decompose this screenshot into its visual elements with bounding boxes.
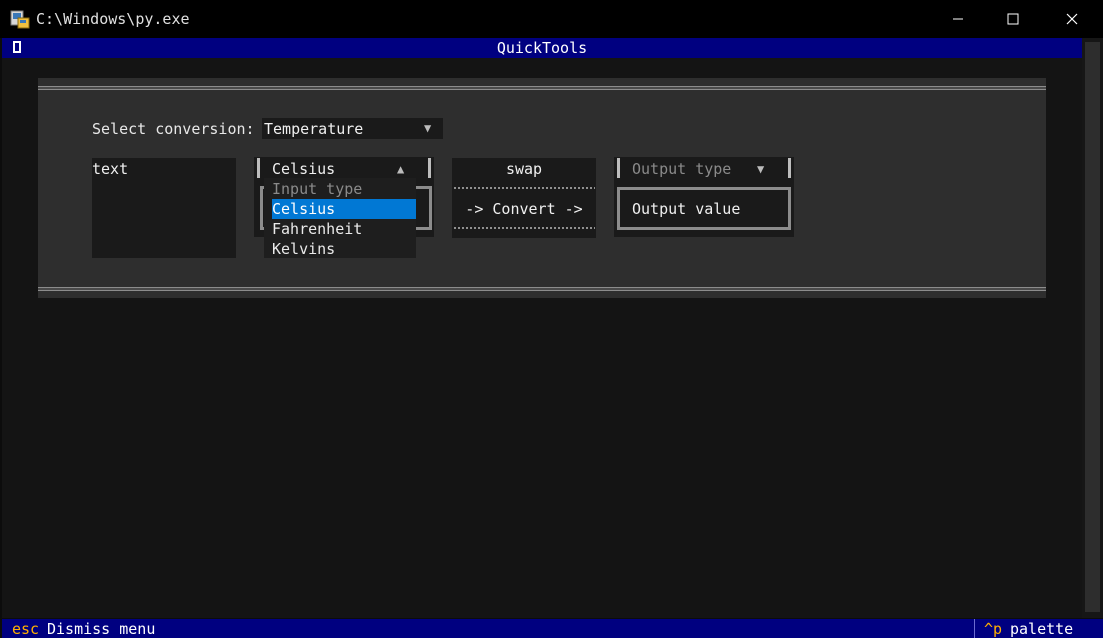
dropdown-option-fahrenheit[interactable]: Fahrenheit (272, 219, 416, 239)
conversion-select-value[interactable]: Temperature (264, 120, 363, 138)
maximize-button[interactable] (990, 0, 1036, 38)
button-dotted-border-top (453, 186, 595, 190)
footer-separator (974, 619, 975, 638)
output-value-text: Output value (632, 200, 741, 218)
input-text-value[interactable]: text (92, 160, 128, 178)
window-title: C:\Windows\py.exe (36, 10, 190, 28)
select-conversion-label: Select conversion: (92, 120, 264, 138)
close-button[interactable] (1049, 0, 1095, 38)
maximize-icon (1007, 13, 1019, 25)
chevron-down-icon[interactable]: ▼ (757, 162, 764, 176)
app-title: QuickTools (496, 39, 588, 57)
scrollbar-thumb[interactable] (1085, 42, 1100, 612)
chevron-down-icon[interactable]: ▼ (424, 121, 431, 135)
panel-bottom-rule (38, 287, 1046, 291)
input-type-select-value[interactable]: Celsius (272, 160, 335, 178)
output-type-select-left-border (617, 158, 620, 178)
dropdown-option-kelvins[interactable]: Kelvins (272, 239, 416, 259)
output-type-select-right-border (788, 158, 791, 178)
close-icon (1066, 13, 1078, 25)
footer-key-ctrl-p[interactable]: ^p (984, 620, 1002, 638)
footer-palette[interactable]: palette (1010, 620, 1073, 638)
footer-bar (2, 619, 1103, 638)
footer-key-esc[interactable]: esc (12, 620, 39, 638)
chevron-up-icon[interactable]: ▲ (397, 162, 404, 176)
convert-button[interactable]: -> Convert -> (452, 200, 596, 218)
swap-button[interactable]: swap (452, 160, 596, 178)
minimize-icon (953, 18, 963, 20)
dropdown-option-celsius[interactable]: Celsius (272, 199, 416, 219)
minimize-button[interactable] (935, 0, 981, 38)
footer-dismiss-menu[interactable]: Dismiss menu (47, 620, 155, 638)
input-type-select-right-border (428, 158, 431, 178)
input-type-select-left-border (257, 158, 260, 178)
app-header: QuickTools (2, 38, 1082, 58)
dropdown-option-placeholder[interactable]: Input type (272, 179, 416, 199)
button-dotted-border-bottom (453, 226, 595, 230)
python-app-icon (10, 9, 30, 29)
output-type-select[interactable]: Output type (632, 160, 731, 178)
panel-top-rule (38, 86, 1046, 90)
